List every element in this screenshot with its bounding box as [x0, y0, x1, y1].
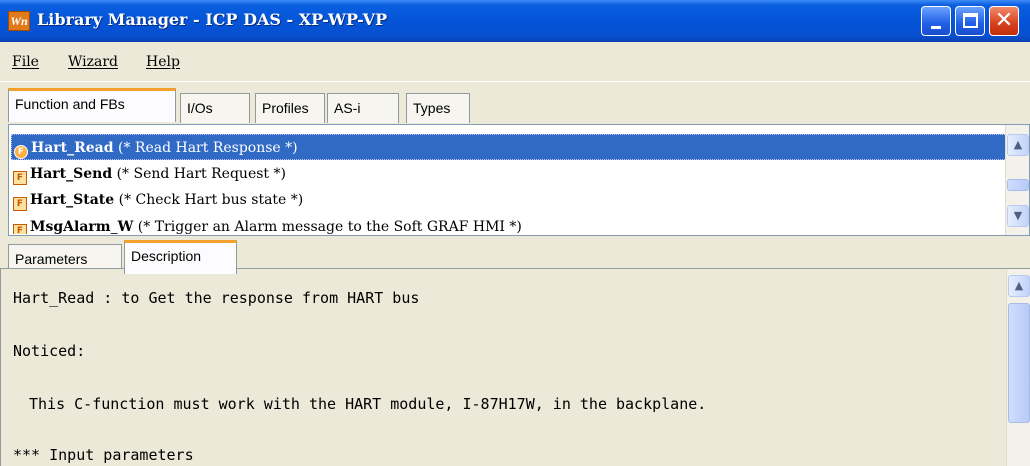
- function-list[interactable]: F Hart_Read (* Read Hart Response *) F Har…: [8, 124, 1030, 236]
- scroll-thumb[interactable]: [1007, 179, 1029, 191]
- scroll-up-icon[interactable]: ▲: [1007, 134, 1029, 156]
- function-comment: (* Send Hart Request *): [116, 166, 286, 182]
- tab-as-i[interactable]: AS-i: [327, 93, 399, 123]
- list-item[interactable]: F Hart_State (* Check Hart bus state *): [11, 187, 1007, 213]
- function-icon: F: [13, 224, 27, 234]
- function-comment: (* Read Hart Response *): [118, 140, 298, 156]
- function-name: Hart_Read: [31, 140, 114, 156]
- description-panel[interactable]: Hart_Read : to Get the response from HAR…: [0, 268, 1030, 466]
- close-icon: ✕: [994, 8, 1014, 33]
- description-scrollbar[interactable]: ▲: [1006, 269, 1030, 466]
- maximize-button[interactable]: [955, 6, 985, 36]
- menu-help[interactable]: Help: [146, 54, 180, 70]
- tab-types[interactable]: Types: [406, 93, 470, 123]
- scroll-up-icon[interactable]: ▲: [1008, 275, 1030, 297]
- menu-file[interactable]: File: [12, 54, 39, 70]
- tab-profiles[interactable]: Profiles: [255, 93, 325, 123]
- description-line: Noticed:: [13, 342, 86, 360]
- function-name: Hart_Send: [30, 166, 113, 182]
- minimize-icon: [931, 26, 941, 29]
- tab-ios[interactable]: I/Os: [180, 93, 250, 123]
- description-line: *** Input parameters: [13, 446, 194, 464]
- maximize-icon: [963, 13, 978, 28]
- tab-function-and-fbs[interactable]: Function and FBs: [8, 88, 176, 122]
- detail-tabs: Parameters Description: [0, 236, 1030, 274]
- list-item[interactable]: F Hart_Read (* Read Hart Response *): [11, 134, 1007, 160]
- menu-wizard[interactable]: Wizard: [68, 54, 118, 70]
- function-comment: (* Check Hart bus state *): [118, 192, 304, 208]
- function-icon: F: [14, 145, 28, 159]
- menu-bar: File Wizard Help: [0, 44, 1030, 82]
- function-icon: F: [13, 171, 27, 185]
- scroll-thumb[interactable]: [1008, 303, 1030, 423]
- function-name: MsgAlarm_W: [30, 219, 134, 234]
- function-comment: (* Trigger an Alarm message to the Soft …: [137, 219, 522, 234]
- minimize-button[interactable]: [921, 6, 951, 36]
- list-item[interactable]: F Hart_Send (* Send Hart Request *): [11, 161, 1007, 187]
- close-button[interactable]: ✕: [989, 6, 1019, 36]
- function-icon: F: [13, 197, 27, 211]
- function-name: Hart_State: [30, 192, 115, 208]
- list-item[interactable]: F MsgAlarm_W (* Trigger an Alarm message …: [11, 214, 1007, 234]
- library-tabs: Function and FBs I/Os Profiles AS-i Type…: [0, 84, 1030, 124]
- description-line: Hart_Read : to Get the response from HAR…: [13, 289, 420, 307]
- list-scrollbar[interactable]: ▲ ▼: [1005, 125, 1029, 235]
- app-icon[interactable]: Wn: [8, 11, 30, 31]
- description-line: This C-function must work with the HART …: [29, 395, 707, 413]
- title-bar[interactable]: Wn Library Manager - ICP DAS - XP-WP-VP …: [0, 0, 1030, 42]
- window-title: Library Manager - ICP DAS - XP-WP-VP: [37, 10, 388, 29]
- scroll-down-icon[interactable]: ▼: [1007, 205, 1029, 227]
- tab-description[interactable]: Description: [124, 240, 237, 274]
